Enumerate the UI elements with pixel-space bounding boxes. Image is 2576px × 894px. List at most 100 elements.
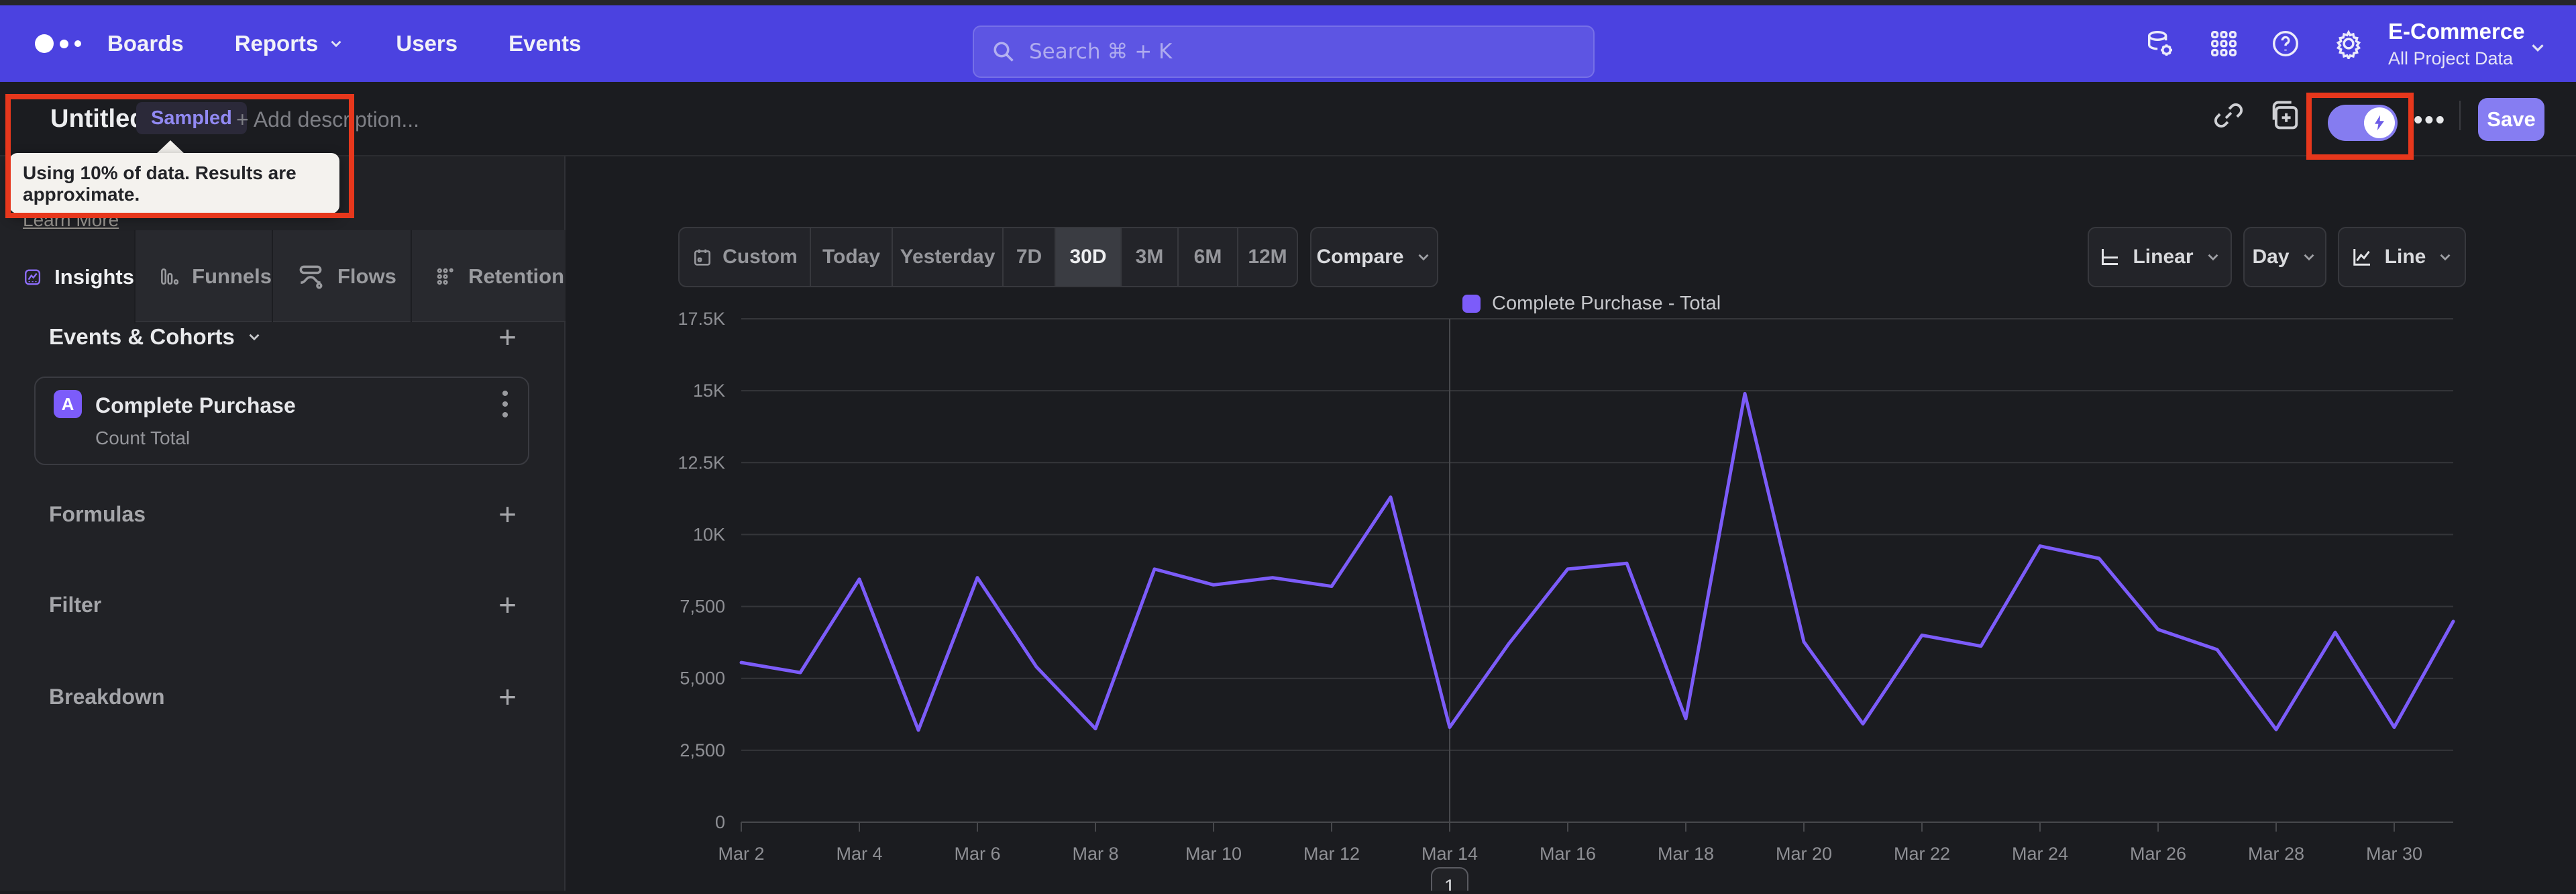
event-name[interactable]: Complete Purchase — [95, 393, 296, 418]
save-button[interactable]: Save — [2478, 98, 2544, 141]
svg-text:5,000: 5,000 — [680, 668, 725, 689]
chevron-down-icon — [249, 334, 260, 341]
interval-dropdown[interactable]: Day — [2243, 227, 2326, 287]
svg-text:7,500: 7,500 — [680, 597, 725, 617]
range-label: 12M — [1248, 246, 1287, 268]
nav-item-users[interactable]: Users — [396, 31, 458, 56]
event-letter-badge: A — [54, 390, 82, 418]
chart-type-dropdown[interactable]: Line — [2338, 227, 2466, 287]
scale-label: Linear — [2133, 246, 2194, 268]
tab-insights[interactable]: Insights — [0, 230, 136, 324]
linear-axis-icon — [2102, 249, 2118, 265]
tab-label: Funnels — [192, 264, 272, 288]
range-3m[interactable]: 3M — [1122, 228, 1179, 286]
search-input[interactable]: Search ⌘ + K — [973, 26, 1595, 78]
tooltip-text: Using 10% of data. Results are approxima… — [23, 162, 297, 205]
report-title[interactable]: Untitled — [50, 105, 145, 134]
logo-dot — [74, 40, 81, 47]
add-filter-button[interactable]: + — [498, 589, 517, 620]
logo-dot — [35, 34, 54, 53]
range-label: 7D — [1016, 246, 1042, 268]
sampling-tooltip: Using 10% of data. Results are approxima… — [9, 153, 339, 230]
insights-icon — [25, 269, 41, 285]
nav-item-label: Reports — [234, 31, 319, 56]
funnels-icon — [161, 268, 179, 285]
sampling-toggle[interactable] — [2328, 105, 2398, 141]
filter-label: Filter — [49, 592, 102, 617]
svg-text:10K: 10K — [693, 524, 725, 544]
svg-text:12.5K: 12.5K — [678, 452, 725, 473]
chevron-down-icon — [331, 40, 341, 48]
nav-item-reports[interactable]: Reports — [235, 31, 345, 56]
scale-dropdown[interactable]: Linear — [2088, 227, 2232, 287]
range-6m[interactable]: 6M — [1179, 228, 1238, 286]
tab-funnels[interactable]: Funnels — [136, 230, 273, 322]
svg-text:Mar 4: Mar 4 — [836, 844, 882, 864]
formulas-section: Formulas + — [49, 498, 517, 530]
nav-item-label: Users — [396, 31, 458, 56]
flows-icon — [299, 265, 323, 289]
add-event-button[interactable]: + — [498, 321, 517, 352]
apps-grid-icon[interactable] — [2208, 28, 2239, 59]
chevron-down-icon[interactable] — [2528, 38, 2548, 58]
search-icon — [994, 42, 1014, 62]
calendar-icon — [694, 249, 711, 266]
chevron-down-icon — [2440, 254, 2451, 261]
mixpanel-logo-icon[interactable] — [35, 5, 81, 82]
sampled-badge[interactable]: Sampled — [136, 102, 247, 134]
chevron-down-icon — [2304, 254, 2314, 261]
add-formula-button[interactable]: + — [498, 499, 517, 530]
tab-label: Insights — [54, 264, 134, 289]
tab-retention[interactable]: Retention — [412, 230, 564, 322]
add-to-board-icon[interactable] — [2268, 98, 2303, 133]
svg-text:Mar 30: Mar 30 — [2366, 844, 2422, 864]
search-placeholder: Search ⌘ + K — [1029, 40, 1173, 64]
kebab-menu-icon[interactable]: • • • — [498, 384, 512, 426]
nav-item-boards[interactable]: Boards — [107, 31, 184, 56]
svg-text:Mar 26: Mar 26 — [2130, 844, 2186, 864]
compare-button[interactable]: Compare — [1310, 227, 1438, 287]
events-cohorts-label: Events & Cohorts — [49, 324, 235, 349]
svg-text:Mar 20: Mar 20 — [1776, 844, 1832, 864]
range-today[interactable]: Today — [811, 228, 893, 286]
events-cohorts-header: Events & Cohorts + — [49, 321, 517, 353]
event-metric[interactable]: Count Total — [95, 428, 190, 449]
events-cohorts-dropdown[interactable]: Events & Cohorts — [49, 324, 263, 350]
data-management-icon[interactable] — [2145, 28, 2176, 59]
nav-item-events[interactable]: Events — [508, 31, 581, 56]
add-breakdown-button[interactable]: + — [498, 681, 517, 712]
svg-text:Mar 12: Mar 12 — [1303, 844, 1360, 864]
lightning-bolt-icon — [2374, 115, 2385, 131]
svg-text:Mar 18: Mar 18 — [1658, 844, 1714, 864]
settings-gear-icon[interactable] — [2333, 28, 2364, 61]
svg-text:2,500: 2,500 — [680, 740, 725, 760]
tooltip-arrow — [156, 140, 185, 154]
learn-more-link[interactable]: Learn More — [23, 209, 339, 231]
range-12m[interactable]: 12M — [1238, 228, 1297, 286]
tab-flows[interactable]: Flows — [273, 230, 412, 322]
svg-text:Mar 24: Mar 24 — [2012, 844, 2068, 864]
range-30d[interactable]: 30D — [1056, 228, 1122, 286]
svg-text:1: 1 — [1444, 876, 1456, 891]
range-label: Today — [822, 246, 881, 268]
more-menu-button[interactable]: ••• — [2414, 106, 2447, 135]
chevron-down-icon — [2208, 254, 2218, 261]
event-card[interactable]: A Complete Purchase • • • Count Total — [34, 377, 529, 465]
share-link-icon[interactable] — [2211, 98, 2246, 133]
range-label: Yesterday — [900, 246, 996, 268]
svg-text:Mar 14: Mar 14 — [1421, 844, 1478, 864]
project-selector[interactable]: E-Commerce All Project Data — [2388, 19, 2525, 69]
add-description-button[interactable]: + Add description... — [236, 107, 419, 132]
breakdown-section: Breakdown + — [49, 681, 517, 713]
svg-text:0: 0 — [715, 812, 725, 832]
help-icon[interactable] — [2270, 28, 2301, 59]
nav-menu: Boards Reports Users Events — [107, 5, 581, 82]
chart-type-label: Line — [2384, 246, 2426, 268]
range-custom[interactable]: Custom — [680, 228, 811, 286]
nav-item-label: Events — [508, 31, 582, 56]
line-chart[interactable]: 0 2,500 5,000 7,500 10K 12.5K 15K 17.5K Mar 2 Mar… — [671, 289, 2522, 894]
chevron-down-icon — [1418, 254, 1429, 261]
range-label: 6M — [1193, 246, 1222, 268]
range-7d[interactable]: 7D — [1004, 228, 1056, 286]
range-yesterday[interactable]: Yesterday — [893, 228, 1004, 286]
